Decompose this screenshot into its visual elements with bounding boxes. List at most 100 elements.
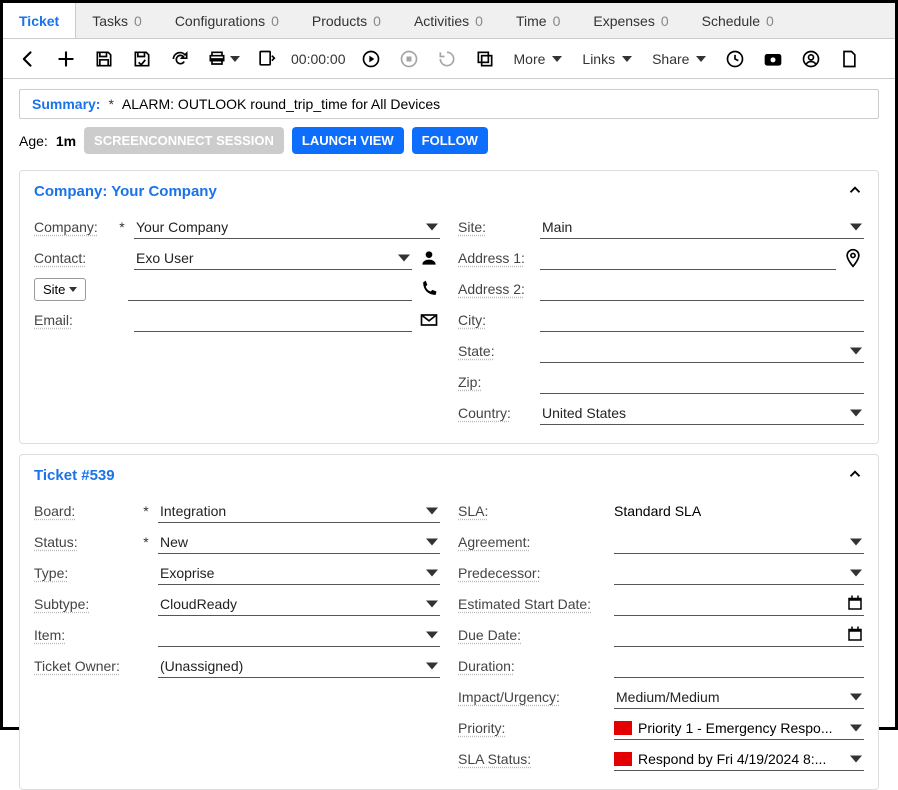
site-label: Site:: [458, 219, 534, 235]
priority-label: Priority:: [458, 720, 608, 736]
print-dropdown-icon[interactable]: [199, 40, 247, 78]
tab-time[interactable]: Time 0: [500, 3, 577, 38]
add-icon[interactable]: [47, 40, 85, 78]
timer-back-icon[interactable]: [428, 40, 466, 78]
tab-count: 0: [553, 13, 561, 29]
type-input[interactable]: [158, 561, 440, 585]
type-label: Type:: [34, 565, 134, 581]
board-input[interactable]: [158, 499, 440, 523]
collapse-icon[interactable]: [846, 465, 864, 486]
company-label: Company:: [34, 219, 110, 235]
tab-tasks[interactable]: Tasks 0: [76, 3, 159, 38]
tab-products[interactable]: Products 0: [296, 3, 398, 38]
subtype-input[interactable]: [158, 592, 440, 616]
item-input[interactable]: [158, 623, 440, 647]
tab-count: 0: [271, 13, 279, 29]
agreement-input[interactable]: [614, 530, 864, 554]
predecessor-input[interactable]: [614, 561, 864, 585]
priority-color-swatch: [614, 721, 632, 735]
tab-schedule[interactable]: Schedule 0: [686, 3, 791, 38]
due-input[interactable]: [614, 623, 864, 647]
age-row: Age: 1m SCREENCONNECT SESSION LAUNCH VIE…: [3, 123, 895, 164]
timer-stop-icon[interactable]: [390, 40, 428, 78]
due-label: Due Date:: [458, 627, 608, 643]
more-label: More: [514, 51, 546, 67]
ticket-panel-title: Ticket #539: [34, 467, 115, 484]
save-close-icon[interactable]: [123, 40, 161, 78]
more-dropdown[interactable]: More: [504, 51, 573, 67]
subtype-label: Subtype:: [34, 596, 134, 612]
follow-button[interactable]: FOLLOW: [412, 127, 488, 154]
calendar-icon[interactable]: [846, 625, 864, 643]
owner-label: Ticket Owner:: [34, 658, 134, 674]
history-icon[interactable]: [716, 40, 754, 78]
contact-input[interactable]: [134, 246, 412, 270]
collapse-icon[interactable]: [846, 181, 864, 202]
address2-input[interactable]: [540, 277, 864, 301]
state-input[interactable]: [540, 339, 864, 363]
summary-required: *: [108, 96, 113, 112]
save-icon[interactable]: [85, 40, 123, 78]
city-label: City:: [458, 312, 534, 328]
location-pin-icon[interactable]: [842, 247, 864, 269]
age-value: 1m: [56, 133, 76, 149]
status-input[interactable]: [158, 530, 440, 554]
est-start-input[interactable]: [614, 592, 864, 616]
tab-configurations[interactable]: Configurations 0: [159, 3, 296, 38]
copy-icon[interactable]: [466, 40, 504, 78]
tab-count: 0: [661, 13, 669, 29]
summary-text[interactable]: ALARM: OUTLOOK round_trip_time for All D…: [122, 96, 866, 112]
tab-count: 0: [373, 13, 381, 29]
user-icon[interactable]: [792, 40, 830, 78]
refresh-icon[interactable]: [161, 40, 199, 78]
ticket-panel: Ticket #539 Board: * Status: * Type: Sub…: [19, 454, 879, 790]
back-icon[interactable]: [9, 40, 47, 78]
zip-label: Zip:: [458, 374, 534, 390]
company-panel: Company: Your Company Company: * Contact…: [19, 170, 879, 444]
timer-display: 00:00:00: [285, 51, 352, 67]
tab-expenses[interactable]: Expenses 0: [577, 3, 685, 38]
contact-person-icon[interactable]: [418, 247, 440, 269]
city-input[interactable]: [540, 308, 864, 332]
tab-activities[interactable]: Activities 0: [398, 3, 500, 38]
site-input[interactable]: [540, 215, 864, 239]
sla-status-select[interactable]: Respond by Fri 4/19/2024 8:...: [614, 747, 864, 771]
contact-site-dropdown[interactable]: Site: [34, 278, 86, 301]
tab-ticket[interactable]: Ticket: [3, 3, 76, 38]
site-btn-label: Site: [43, 282, 65, 297]
duration-input[interactable]: [614, 654, 864, 678]
owner-input[interactable]: [158, 654, 440, 678]
priority-select[interactable]: Priority 1 - Emergency Respo...: [614, 716, 864, 740]
links-dropdown[interactable]: Links: [572, 51, 642, 67]
contact-label: Contact:: [34, 250, 110, 266]
country-input[interactable]: [540, 401, 864, 425]
required-mark: *: [140, 534, 152, 550]
required-mark: *: [140, 503, 152, 519]
state-label: State:: [458, 343, 534, 359]
contact-site-input[interactable]: [128, 277, 412, 301]
sla-status-value: Respond by Fri 4/19/2024 8:...: [638, 751, 846, 767]
camera-icon[interactable]: [754, 40, 792, 78]
zip-input[interactable]: [540, 370, 864, 394]
company-input[interactable]: [134, 215, 440, 239]
sla-label: SLA:: [458, 503, 608, 519]
phone-icon[interactable]: [418, 278, 440, 300]
launch-view-button[interactable]: LAUNCH VIEW: [292, 127, 404, 154]
timer-play-icon[interactable]: [352, 40, 390, 78]
agreement-label: Agreement:: [458, 534, 608, 550]
tab-label: Schedule: [702, 13, 760, 29]
sla-value: Standard SLA: [614, 503, 864, 519]
share-dropdown[interactable]: Share: [642, 51, 716, 67]
timer-select-icon[interactable]: [247, 40, 285, 78]
envelope-icon[interactable]: [418, 309, 440, 331]
email-input[interactable]: [134, 308, 412, 332]
address1-input[interactable]: [540, 246, 836, 270]
tab-label: Configurations: [175, 13, 265, 29]
tab-count: 0: [475, 13, 483, 29]
est-start-label: Estimated Start Date:: [458, 596, 608, 612]
impact-label: Impact/Urgency:: [458, 689, 608, 705]
page-icon[interactable]: [830, 40, 868, 78]
impact-input[interactable]: [614, 685, 864, 709]
tab-label: Tasks: [92, 13, 128, 29]
calendar-icon[interactable]: [846, 594, 864, 612]
